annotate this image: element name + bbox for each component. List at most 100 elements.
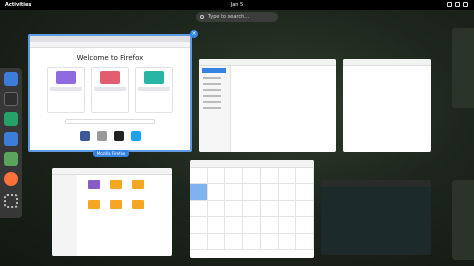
day-cell[interactable] [207, 200, 226, 218]
day-cell[interactable] [225, 217, 244, 234]
card-button[interactable] [50, 87, 82, 91]
close-icon[interactable]: × [190, 30, 198, 38]
day-cell[interactable] [260, 217, 279, 234]
workspace-thumbnail[interactable] [452, 180, 474, 260]
card-button[interactable] [138, 87, 170, 91]
sidebar-item[interactable] [203, 83, 221, 85]
day-cell[interactable] [207, 184, 226, 201]
power-icon [463, 2, 468, 7]
terminal-icon[interactable] [4, 92, 18, 106]
welcome-cards [30, 67, 190, 113]
sidebar-item[interactable] [203, 77, 221, 79]
card-settings [47, 67, 85, 113]
folder-icon[interactable] [110, 180, 122, 189]
sidebar-item[interactable] [203, 95, 221, 97]
settings-sidebar [199, 66, 231, 152]
window-label: Mozilla Firefox [93, 150, 129, 157]
day-cell[interactable] [190, 168, 208, 185]
day-cell[interactable] [207, 233, 226, 250]
day-cell[interactable] [225, 168, 244, 185]
header-bar [321, 180, 431, 187]
day-cell[interactable] [260, 233, 279, 250]
terminal-window[interactable] [321, 180, 431, 255]
calendar-app-icon[interactable] [4, 112, 18, 126]
sidebar-item[interactable] [203, 107, 221, 109]
text-editor-window[interactable] [343, 59, 431, 152]
firefox-window[interactable]: Welcome to Firefox [28, 34, 192, 152]
top-bar: Activities Jan 5 19:55 [0, 0, 474, 18]
vm-icon[interactable] [4, 152, 18, 166]
day-cell-today[interactable] [190, 184, 208, 201]
day-cell[interactable] [296, 184, 314, 201]
day-cell[interactable] [225, 184, 244, 201]
day-cell[interactable] [296, 233, 314, 250]
folder-icon[interactable] [88, 180, 100, 189]
page-search-input[interactable] [65, 119, 155, 124]
folder-icon[interactable] [110, 200, 122, 209]
day-cell[interactable] [260, 168, 279, 185]
sidebar-item[interactable] [203, 89, 221, 91]
day-cell[interactable] [278, 168, 297, 185]
search-icon [200, 15, 204, 19]
day-cell[interactable] [296, 200, 314, 218]
day-cell[interactable] [296, 168, 314, 185]
card-extensions [91, 67, 129, 113]
calendar-window[interactable] [190, 160, 314, 258]
day-cell[interactable] [225, 233, 244, 250]
phone-art [144, 71, 164, 84]
day-cell[interactable] [190, 217, 208, 234]
app-grid-icon[interactable] [4, 194, 18, 208]
system-tray[interactable] [447, 2, 468, 7]
settings-art [56, 71, 76, 84]
site-tile[interactable] [79, 131, 90, 141]
day-cell[interactable] [243, 200, 261, 218]
folder-icon[interactable] [132, 200, 144, 209]
day-cell[interactable] [278, 233, 297, 250]
activities-button[interactable]: Activities [5, 0, 31, 10]
sidebar-item[interactable] [202, 68, 226, 73]
day-cell[interactable] [260, 184, 279, 201]
header-bar [52, 168, 172, 175]
header-bar [190, 160, 314, 168]
site-tile[interactable] [130, 131, 141, 141]
day-cell[interactable] [243, 168, 261, 185]
network-icon [447, 2, 452, 7]
day-cell[interactable] [243, 217, 261, 234]
files-sidebar [52, 175, 77, 256]
search-placeholder: Type to search… [208, 14, 250, 20]
settings-window[interactable] [199, 59, 336, 152]
folder-icon[interactable] [88, 200, 100, 209]
files-window[interactable] [52, 168, 172, 256]
day-cell[interactable] [278, 217, 297, 234]
volume-icon [455, 2, 460, 7]
day-cell[interactable] [260, 200, 279, 218]
day-cell[interactable] [243, 184, 261, 201]
day-cell[interactable] [278, 200, 297, 218]
search-input[interactable]: Type to search… [196, 12, 278, 22]
month-grid [190, 168, 314, 250]
day-cell[interactable] [278, 184, 297, 201]
header-bar [199, 59, 336, 66]
notes-icon[interactable] [4, 132, 18, 146]
card-button[interactable] [94, 87, 126, 91]
workspace-thumbnail[interactable] [452, 28, 474, 108]
firefox-icon[interactable] [4, 172, 18, 186]
day-cell[interactable] [207, 217, 226, 234]
day-cell[interactable] [207, 168, 226, 185]
top-sites [30, 131, 190, 141]
dash [0, 68, 22, 218]
site-tile[interactable] [96, 131, 107, 141]
folder-icon[interactable] [132, 180, 144, 189]
day-cell[interactable] [296, 217, 314, 234]
terminal-prompt[interactable] [321, 187, 431, 191]
sidebar-item[interactable] [203, 101, 221, 103]
welcome-title: Welcome to Firefox [76, 54, 144, 62]
day-cell[interactable] [190, 233, 208, 250]
site-tile[interactable] [113, 131, 124, 141]
day-cell[interactable] [190, 200, 208, 218]
url-bar[interactable] [30, 42, 190, 48]
day-cell[interactable] [243, 233, 261, 250]
day-cell[interactable] [225, 200, 244, 218]
header-bar [343, 59, 431, 66]
calendar-icon[interactable] [4, 72, 18, 86]
